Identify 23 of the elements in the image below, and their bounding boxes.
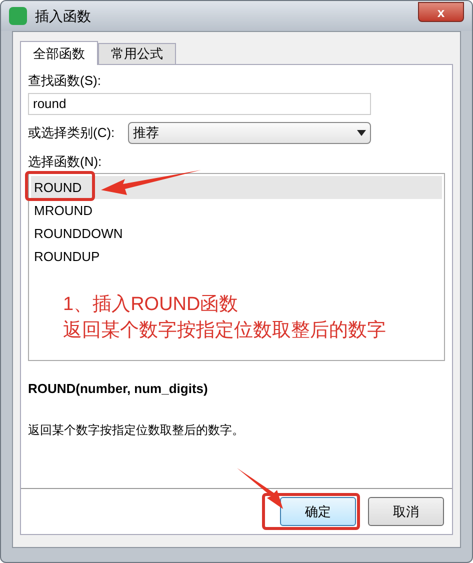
function-list-item[interactable]: ROUND (31, 176, 442, 199)
close-button[interactable]: x (418, 2, 464, 22)
category-dropdown[interactable]: 推荐 (128, 122, 371, 144)
tab[interactable]: 全部函数 (20, 41, 98, 65)
dropdown-arrow-icon (357, 130, 366, 136)
dialog-button[interactable]: 取消 (368, 497, 444, 526)
tab[interactable]: 常用公式 (98, 43, 176, 64)
app-logo-icon (9, 7, 27, 25)
highlight-box (25, 171, 95, 201)
function-list-label: 选择函数(N): (28, 152, 103, 171)
arrow-icon (101, 168, 201, 198)
annotation-text: 返回某个数字按指定位数取整后的数字 (63, 319, 387, 343)
function-description: 返回某个数字按指定位数取整后的数字。 (28, 422, 245, 438)
function-signature: ROUND(number, num_digits) (28, 380, 209, 398)
dialog-button[interactable]: 确定 (280, 497, 356, 526)
function-list-item[interactable]: ROUNDUP (31, 245, 442, 268)
search-field[interactable]: round (28, 92, 371, 114)
category-label: 或选择类别(C): (28, 124, 116, 142)
annotation-text: 1、插入ROUND函数 (63, 293, 240, 317)
search-label: 查找函数(S): (28, 72, 102, 90)
window-title: 插入函数 (35, 6, 91, 26)
function-list-item[interactable]: MROUND (31, 199, 442, 222)
function-list-item[interactable]: ROUNDDOWN (31, 222, 442, 245)
